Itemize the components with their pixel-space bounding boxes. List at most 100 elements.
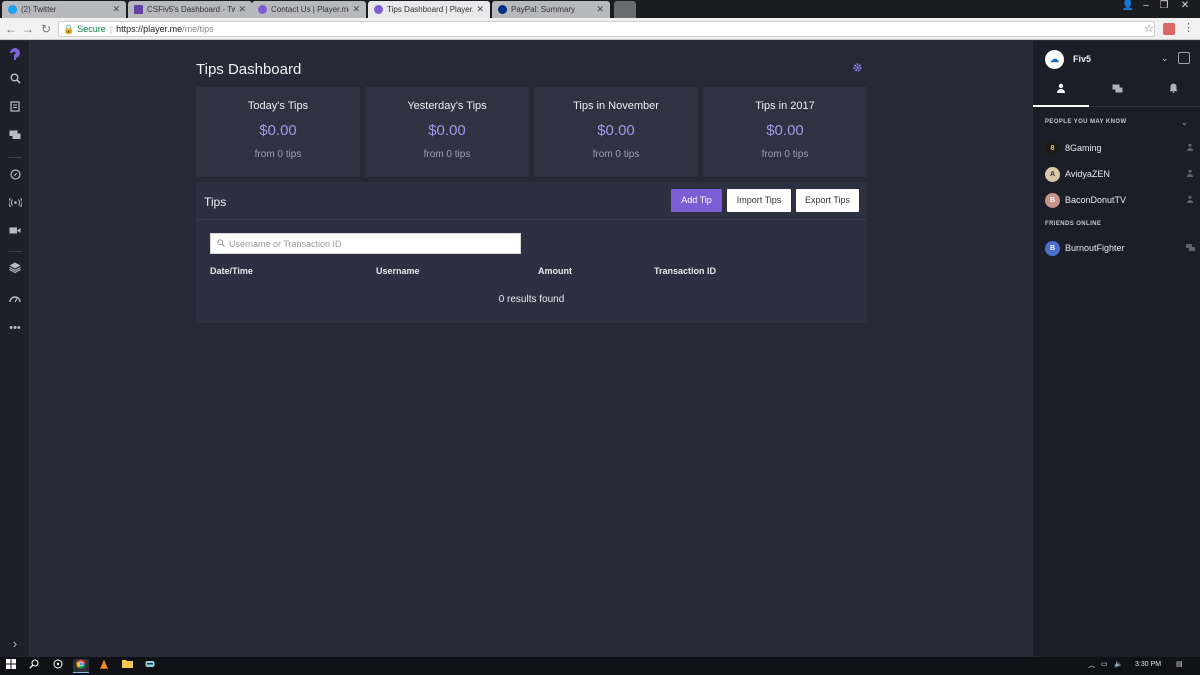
lock-icon: 🔒 (63, 23, 75, 34)
empty-results-text: 0 results found (498, 294, 565, 305)
file-explorer-icon[interactable] (119, 659, 135, 673)
tab-paypal-summary[interactable]: PayPal: Summary ✕ (492, 1, 610, 18)
column-header-amount[interactable]: Amount (538, 266, 572, 276)
window-close-icon[interactable]: ✕ (1176, 0, 1194, 14)
tab-label: Tips Dashboard | Player.m (387, 5, 474, 14)
expand-chevron-right-icon[interactable]: › (7, 636, 23, 652)
avatar: B (1045, 192, 1060, 208)
more-dots-icon[interactable]: ••• (7, 320, 23, 336)
volume-icon[interactable]: 🔈 (1114, 660, 1123, 668)
playerme-icon (374, 5, 383, 14)
column-header-datetime[interactable]: Date/Time (210, 266, 253, 276)
action-center-icon[interactable]: ▤ (1176, 660, 1183, 668)
browser-menu-icon[interactable]: ⋮ (1183, 21, 1194, 34)
people-heading: PEOPLE YOU MAY KNOW (1045, 119, 1127, 125)
add-tip-button[interactable]: Add Tip (671, 189, 722, 212)
dashboard-gauge-icon[interactable] (7, 292, 23, 308)
stat-subtext: from 0 tips (254, 149, 302, 160)
column-header-username[interactable]: Username (376, 266, 420, 276)
tab-twitch-dashboard[interactable]: CSFiv5's Dashboard - Tw ✕ (128, 1, 252, 18)
task-view-icon[interactable] (50, 659, 66, 673)
stat-card-yesterday: Yesterday's Tips $0.00 from 0 tips (365, 87, 529, 177)
feed-icon[interactable] (7, 101, 23, 117)
twitch-icon (134, 5, 143, 14)
browser-toolbar: ← → ↻ 🔒 Secure | https://player.me/me/ti… (0, 18, 1200, 40)
new-tab-button[interactable] (614, 1, 636, 18)
profile-icon[interactable]: 👤 (1119, 0, 1137, 14)
tips-heading: Tips (204, 195, 227, 209)
export-tips-button[interactable]: Export Tips (796, 189, 859, 212)
tab-notifications[interactable] (1145, 77, 1200, 107)
address-bar[interactable]: 🔒 Secure | https://player.me/me/tips (58, 21, 1155, 37)
back-arrow-icon[interactable]: ← (4, 22, 18, 36)
chrome-icon[interactable] (73, 659, 89, 673)
chat-icon (1112, 84, 1122, 93)
message-icon[interactable] (1186, 243, 1195, 253)
tab-twitter[interactable]: (2) Twitter ✕ (2, 1, 126, 18)
separator: | (109, 24, 113, 34)
chat-icon[interactable] (7, 129, 23, 145)
tab-label: CSFiv5's Dashboard - Tw (147, 5, 236, 14)
browser-tab-strip: (2) Twitter ✕ CSFiv5's Dashboard - Tw ✕ … (0, 0, 1200, 18)
tray-chevron-up-icon[interactable]: ︿ (1088, 660, 1095, 670)
forward-arrow-icon[interactable]: → (21, 22, 35, 36)
network-icon[interactable]: ▭ (1101, 660, 1108, 668)
windows-start-icon[interactable] (3, 659, 19, 673)
sidebar-settings-icon[interactable] (1178, 52, 1190, 64)
chevron-down-icon[interactable]: ⌄ (1181, 118, 1188, 127)
people-list-item[interactable]: A AvidyaZEN (1045, 166, 1195, 182)
stat-value: $0.00 (597, 122, 635, 139)
close-icon[interactable]: ✕ (476, 4, 484, 15)
compass-icon[interactable] (7, 169, 23, 185)
add-friend-icon[interactable] (1187, 195, 1195, 205)
tips-panel: Tips Add Tip Import Tips Export Tips Dat… (196, 182, 867, 323)
close-icon[interactable]: ✕ (352, 4, 360, 15)
extension-icon[interactable] (1163, 23, 1175, 35)
people-list-item[interactable]: 8 8Gaming (1045, 140, 1195, 156)
search-input[interactable] (229, 238, 509, 249)
video-camera-icon[interactable] (7, 224, 23, 240)
add-friend-icon[interactable] (1187, 143, 1195, 153)
tab-messages[interactable] (1089, 77, 1145, 107)
user-avatar[interactable]: ☁ (1045, 50, 1064, 69)
minimize-icon[interactable]: – (1137, 0, 1155, 14)
person-name: BaconDonutTV (1065, 195, 1127, 205)
close-icon[interactable]: ✕ (596, 4, 604, 15)
search-icon[interactable] (26, 659, 42, 673)
tab-people[interactable] (1033, 77, 1089, 107)
stat-card-today: Today's Tips $0.00 from 0 tips (196, 87, 360, 177)
people-list-item[interactable]: B BaconDonutTV (1045, 192, 1195, 208)
import-tips-button[interactable]: Import Tips (727, 189, 791, 212)
add-friend-icon[interactable] (1187, 169, 1195, 179)
tab-label: (2) Twitter (21, 5, 57, 14)
avatar: B (1045, 240, 1060, 256)
taskbar-clock[interactable]: 3:30 PM (1135, 661, 1161, 668)
user-name[interactable]: Fiv5 (1073, 54, 1091, 64)
stat-value: $0.00 (428, 122, 466, 139)
column-header-transaction-id[interactable]: Transaction ID (654, 266, 716, 276)
restore-icon[interactable]: ❐ (1155, 0, 1173, 14)
bookmark-star-icon[interactable]: ☆ (1144, 22, 1154, 35)
stat-title: Tips in November (573, 100, 659, 112)
close-icon[interactable]: ✕ (112, 4, 120, 15)
friend-list-item[interactable]: B BurnoutFighter (1045, 240, 1195, 256)
tab-tips-dashboard[interactable]: Tips Dashboard | Player.m ✕ (368, 1, 490, 18)
broadcast-icon[interactable] (7, 196, 23, 212)
close-icon[interactable]: ✕ (238, 4, 246, 15)
person-icon (1057, 83, 1065, 93)
os-taskbar: ︿ ▭ 🔈 3:30 PM ▤ (0, 657, 1200, 675)
stat-card-year: Tips in 2017 $0.00 from 0 tips (703, 87, 867, 177)
stat-subtext: from 0 tips (592, 149, 640, 160)
settings-gear-icon[interactable] (852, 62, 863, 76)
chevron-down-icon[interactable]: ⌄ (1161, 53, 1169, 64)
playerme-logo-icon[interactable] (7, 47, 23, 63)
tab-contact-us[interactable]: Contact Us | Player.me ✕ (252, 1, 366, 18)
vlc-icon[interactable] (96, 659, 112, 673)
tips-search-box[interactable] (210, 233, 521, 254)
search-icon[interactable] (7, 73, 23, 89)
avatar: A (1045, 166, 1060, 182)
logo-shape (10, 48, 20, 60)
layers-icon[interactable] (7, 262, 23, 278)
reload-icon[interactable]: ↻ (39, 22, 53, 36)
app-icon[interactable] (142, 659, 158, 673)
